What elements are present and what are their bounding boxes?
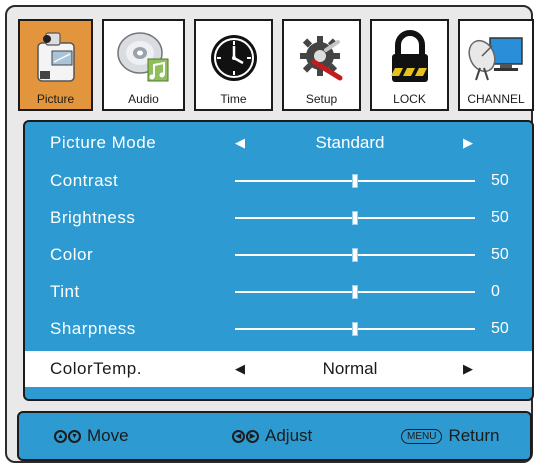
left-button-icon: ◀ [232,429,245,443]
right-arrow-icon[interactable]: ▶ [463,361,473,377]
tv-osd-frame: Picture Audio Time Setup LOCK CHANNEL Pi… [5,5,534,463]
right-button-icon: ▶ [246,429,259,443]
contrast-row[interactable]: Contrast 50 [25,163,532,199]
sharpness-row[interactable]: Sharpness 50 [25,311,532,347]
slider-label: Color [50,245,94,264]
slider-label: Brightness [50,208,136,227]
down-button-icon: ▼ [68,429,81,443]
slider-value: 0 [491,283,500,300]
slider-label: Contrast [50,171,119,190]
menu-key-icon: MENU [401,428,443,444]
picture-mode-label: Picture Mode [50,133,157,152]
tab-time[interactable]: Time [194,19,273,111]
padlock-icon [372,27,447,89]
slider-label: Tint [50,282,80,301]
satellite-dish-icon [460,27,532,89]
slider-value: 50 [491,320,509,337]
tab-audio[interactable]: Audio [102,19,185,111]
adjust-hint: ◀ ▶ Adjust [232,426,312,446]
key-hint-bar: ▲ ▼ Move ◀ ▶ Adjust MENU Return [17,411,532,461]
tab-channel[interactable]: CHANNEL [458,19,534,111]
gear-tools-icon [284,27,359,89]
picture-mode-row[interactable]: Picture Mode ◀ Standard ▶ [25,125,532,161]
color-row[interactable]: Color 50 [25,237,532,273]
move-label: Move [87,426,129,445]
brightness-row[interactable]: Brightness 50 [25,200,532,236]
right-arrow-icon[interactable]: ▶ [463,135,473,151]
clock-icon [196,27,271,89]
up-button-icon: ▲ [54,429,67,443]
left-arrow-icon[interactable]: ◀ [235,135,245,151]
slider-knob[interactable] [352,211,358,225]
color-temp-label: ColorTemp. [50,359,142,378]
adjust-label: Adjust [265,426,313,445]
picture-mode-value: Standard [315,133,385,152]
slider-knob[interactable] [352,322,358,336]
return-hint: MENU Return [401,426,499,446]
picture-settings-panel: Picture Mode ◀ Standard ▶ Contrast 50 Br… [23,120,534,401]
tab-lock[interactable]: LOCK [370,19,449,111]
tab-picture[interactable]: Picture [18,19,93,111]
color-temp-row[interactable]: ColorTemp. ◀ Normal ▶ [25,351,532,387]
disc-music-icon [104,27,183,89]
color-temp-value: Normal [322,359,378,378]
slider-knob[interactable] [352,174,358,188]
slider-label: Sharpness [50,319,136,338]
projector-icon [20,27,91,89]
left-arrow-icon[interactable]: ◀ [235,361,245,377]
move-hint: ▲ ▼ Move [54,426,129,446]
slider-value: 50 [491,209,509,226]
slider-knob[interactable] [352,248,358,262]
slider-value: 50 [491,246,509,263]
tint-row[interactable]: Tint 0 [25,274,532,310]
slider-value: 50 [491,172,509,189]
return-label: Return [448,426,500,445]
tab-setup[interactable]: Setup [282,19,361,111]
slider-knob[interactable] [352,285,358,299]
